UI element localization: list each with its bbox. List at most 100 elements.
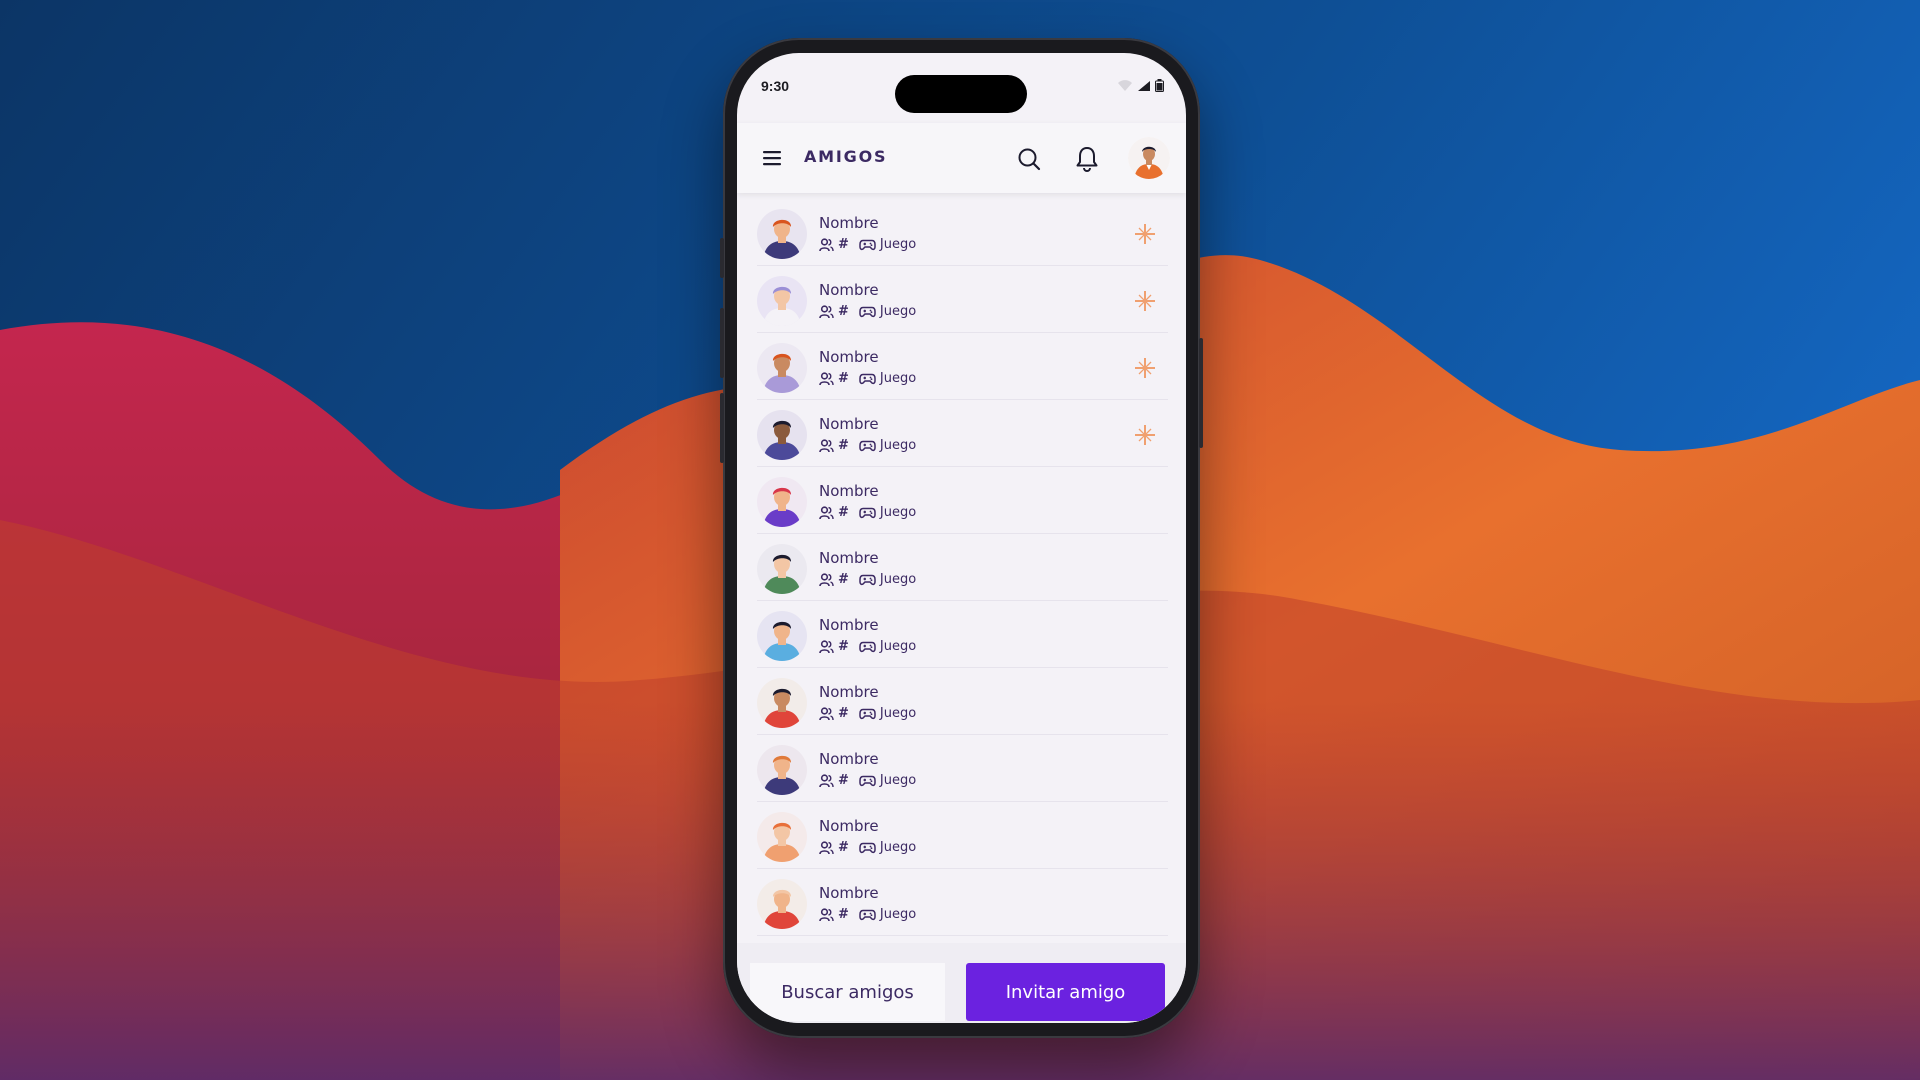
user-avatar[interactable] <box>1128 137 1170 179</box>
friend-avatar <box>757 611 807 661</box>
gamepad-icon <box>859 507 876 518</box>
friend-name: Nombre <box>819 616 879 634</box>
friend-name: Nombre <box>819 750 879 768</box>
friend-tag: # <box>838 371 849 386</box>
gamepad-icon <box>859 909 876 920</box>
people-icon <box>819 572 834 586</box>
friend-avatar <box>757 477 807 527</box>
bottom-action-bar: Buscar amigos Invitar amigo <box>737 943 1186 1023</box>
volume-down-button <box>720 393 724 463</box>
friend-tag: # <box>838 840 849 855</box>
friend-meta: # Juego <box>819 572 916 587</box>
gamepad-icon <box>859 842 876 853</box>
friend-name: Nombre <box>819 281 879 299</box>
friend-game: Juego <box>879 907 917 922</box>
sparkle-star-icon[interactable] <box>1134 357 1156 379</box>
friend-avatar <box>757 276 807 326</box>
friend-row[interactable]: Nombre # Juego <box>757 333 1168 400</box>
phone-screen: 9:30 AMIGOS Nombre # Juego Nombre # Jueg… <box>737 53 1186 1023</box>
people-icon <box>819 505 834 519</box>
sparkle-star-icon[interactable] <box>1134 424 1156 446</box>
friend-meta: # Juego <box>819 371 916 386</box>
sparkle-star-icon[interactable] <box>1134 290 1156 312</box>
friend-meta: # Juego <box>819 639 916 654</box>
friend-row[interactable]: Nombre # Juego <box>757 601 1168 668</box>
friend-meta: # Juego <box>819 773 916 788</box>
page-title: AMIGOS <box>804 147 888 166</box>
sparkle-star-icon[interactable] <box>1134 223 1156 245</box>
friend-name: Nombre <box>819 415 879 433</box>
phone-frame: 9:30 AMIGOS Nombre # Juego Nombre # Jueg… <box>720 38 1203 1038</box>
people-icon <box>819 371 834 385</box>
friend-game: Juego <box>879 237 917 252</box>
friend-meta: # Juego <box>819 706 916 721</box>
people-icon <box>819 237 834 251</box>
friend-game: Juego <box>879 438 917 453</box>
friend-name: Nombre <box>819 884 879 902</box>
friend-name: Nombre <box>819 482 879 500</box>
power-button <box>1199 338 1203 448</box>
friend-avatar <box>757 209 807 259</box>
gamepad-icon <box>859 239 876 250</box>
gamepad-icon <box>859 708 876 719</box>
user-avatar-illustration <box>1128 137 1170 179</box>
friend-game: Juego <box>879 505 917 520</box>
friend-name: Nombre <box>819 817 879 835</box>
gamepad-icon <box>859 306 876 317</box>
friend-tag: # <box>838 304 849 319</box>
friend-avatar <box>757 745 807 795</box>
friend-row[interactable]: Nombre # Juego <box>757 802 1168 869</box>
status-time: 9:30 <box>761 78 790 94</box>
friend-tag: # <box>838 706 849 721</box>
friend-avatar <box>757 678 807 728</box>
people-icon <box>819 706 834 720</box>
friend-row[interactable]: Nombre # Juego <box>757 735 1168 802</box>
friend-tag: # <box>838 438 849 453</box>
invite-friend-button[interactable]: Invitar amigo <box>966 963 1165 1021</box>
search-friends-button[interactable]: Buscar amigos <box>750 963 945 1021</box>
friend-tag: # <box>838 237 849 252</box>
friend-row[interactable]: Nombre # Juego <box>757 668 1168 735</box>
friend-avatar <box>757 410 807 460</box>
people-icon <box>819 773 834 787</box>
gamepad-icon <box>859 775 876 786</box>
gamepad-icon <box>859 373 876 384</box>
friend-row[interactable]: Nombre # Juego <box>757 199 1168 266</box>
friend-game: Juego <box>879 371 917 386</box>
friend-row[interactable]: Nombre # Juego <box>757 869 1168 936</box>
friend-row[interactable]: Nombre # Juego <box>757 467 1168 534</box>
people-icon <box>819 438 834 452</box>
status-icons <box>1117 79 1164 92</box>
friend-name: Nombre <box>819 549 879 567</box>
friend-game: Juego <box>879 572 917 587</box>
friend-avatar <box>757 812 807 862</box>
battery-icon <box>1155 79 1164 92</box>
wifi-icon <box>1118 79 1132 91</box>
friend-row[interactable]: Nombre # Juego <box>757 534 1168 601</box>
friend-avatar <box>757 879 807 929</box>
cellular-signal-icon <box>1138 80 1150 91</box>
friends-list: Nombre # Juego Nombre # Juego Nombre # Juego Nomb… <box>737 199 1186 936</box>
friend-avatar <box>757 544 807 594</box>
hamburger-menu-icon[interactable] <box>761 148 783 168</box>
friend-avatar <box>757 343 807 393</box>
friend-game: Juego <box>879 773 917 788</box>
friend-name: Nombre <box>819 214 879 232</box>
friend-game: Juego <box>879 706 917 721</box>
dynamic-island <box>895 75 1027 113</box>
people-icon <box>819 639 834 653</box>
friend-meta: # Juego <box>819 438 916 453</box>
friend-name: Nombre <box>819 348 879 366</box>
friend-tag: # <box>838 505 849 520</box>
bell-icon[interactable] <box>1074 145 1100 173</box>
friend-tag: # <box>838 907 849 922</box>
friend-meta: # Juego <box>819 907 916 922</box>
gamepad-icon <box>859 641 876 652</box>
friend-tag: # <box>838 773 849 788</box>
friend-row[interactable]: Nombre # Juego <box>757 266 1168 333</box>
gamepad-icon <box>859 440 876 451</box>
friend-row[interactable]: Nombre # Juego <box>757 400 1168 467</box>
search-icon[interactable] <box>1016 146 1042 172</box>
friend-tag: # <box>838 572 849 587</box>
friend-meta: # Juego <box>819 840 916 855</box>
